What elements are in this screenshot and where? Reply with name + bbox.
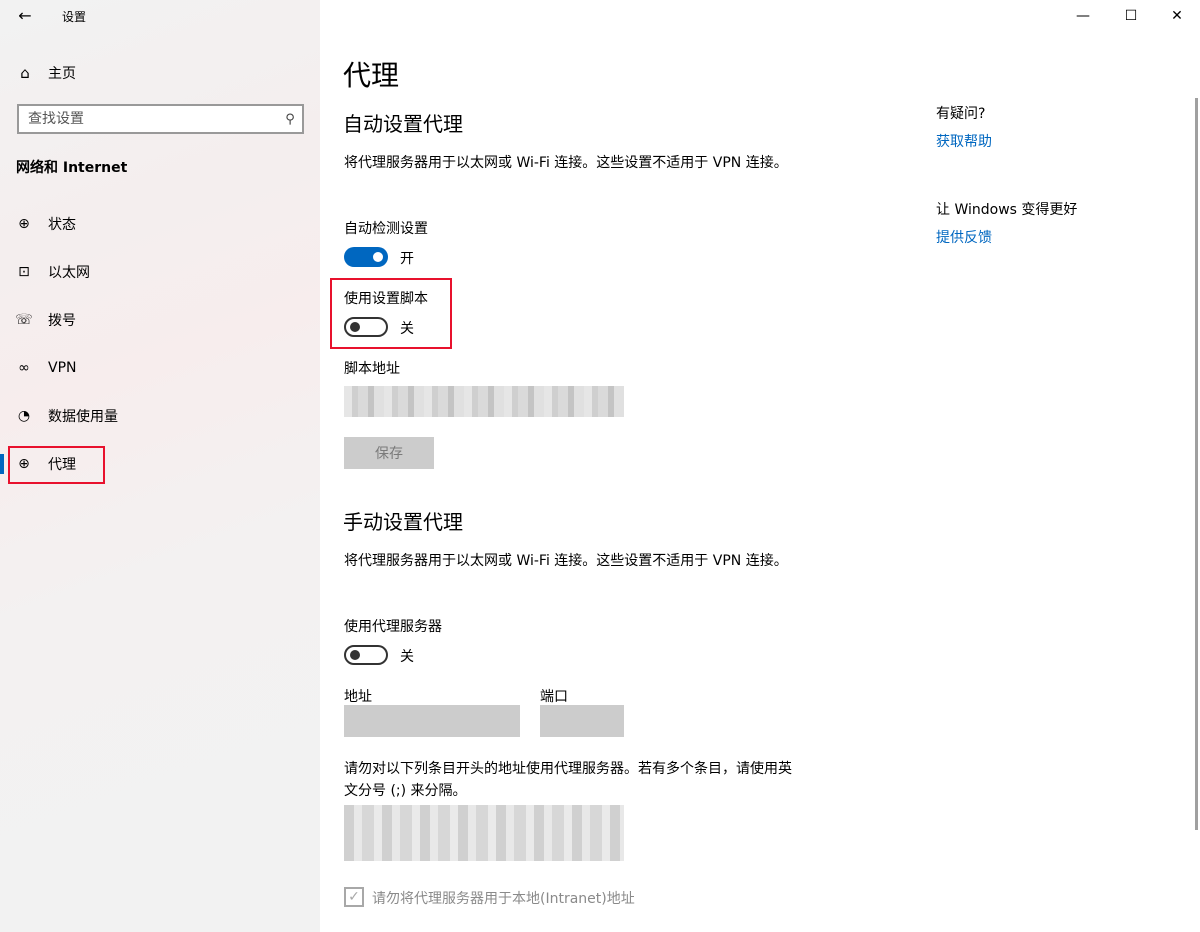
- save-button[interactable]: 保存: [344, 437, 434, 469]
- address-label: 地址: [344, 689, 372, 705]
- port-input[interactable]: [540, 705, 624, 737]
- exceptions-description: 请勿对以下列条目开头的地址使用代理服务器。若有多个条目，请使用英文分号 (;) …: [344, 761, 792, 799]
- minimize-button[interactable]: —: [1060, 0, 1106, 32]
- sidebar-item-ethernet[interactable]: ⊡ 以太网: [0, 252, 320, 292]
- help-title: 有疑问?: [936, 106, 986, 122]
- search-input[interactable]: [19, 111, 278, 127]
- toggle-knob: [350, 322, 360, 332]
- app-title: 设置: [62, 10, 87, 24]
- sidebar-item-data-usage[interactable]: ◔ 数据使用量: [0, 396, 320, 436]
- globe-status-icon: ⊕: [18, 216, 30, 232]
- sidebar-item-label: 以太网: [48, 265, 90, 281]
- sidebar-item-proxy[interactable]: ⊕ 代理: [0, 444, 320, 484]
- use-proxy-state: 关: [400, 649, 414, 665]
- sidebar-item-label: 拨号: [48, 313, 76, 329]
- vpn-icon: ∞: [18, 360, 30, 376]
- data-usage-icon: ◔: [17, 408, 31, 424]
- use-proxy-toggle[interactable]: [344, 645, 388, 665]
- setup-script-toggle[interactable]: [344, 317, 388, 337]
- address-input[interactable]: [344, 705, 520, 737]
- sidebar-item-label: VPN: [48, 360, 77, 376]
- scrollbar[interactable]: [1195, 98, 1198, 830]
- search-icon[interactable]: ⚲: [278, 112, 302, 127]
- exceptions-textarea[interactable]: [344, 805, 624, 861]
- setup-script-state: 关: [400, 321, 414, 337]
- sidebar-item-label: 主页: [48, 66, 76, 82]
- auto-detect-toggle[interactable]: [344, 247, 388, 267]
- auto-proxy-heading: 自动设置代理: [343, 112, 463, 136]
- sidebar-item-label: 数据使用量: [48, 409, 118, 425]
- script-address-label: 脚本地址: [344, 361, 400, 377]
- improve-windows-title: 让 Windows 变得更好: [936, 202, 1078, 218]
- feedback-link[interactable]: 提供反馈: [936, 227, 992, 247]
- auto-detect-state: 开: [400, 251, 414, 267]
- sidebar-item-dialup[interactable]: ☏ 拨号: [0, 300, 320, 340]
- sidebar-item-label: 状态: [48, 217, 76, 233]
- dialup-icon: ☏: [15, 312, 33, 328]
- section-title: 网络和 Internet: [16, 160, 128, 176]
- sidebar-item-status[interactable]: ⊕ 状态: [0, 204, 320, 244]
- search-box[interactable]: ⚲: [17, 104, 304, 134]
- local-address-checkbox[interactable]: ✓: [344, 887, 364, 907]
- sidebar-item-home[interactable]: ⌂ 主页: [0, 56, 320, 90]
- setup-script-label: 使用设置脚本: [344, 291, 428, 307]
- globe-icon: ⊕: [18, 456, 30, 472]
- script-address-input[interactable]: [344, 386, 624, 417]
- ethernet-icon: ⊡: [18, 264, 30, 280]
- close-button[interactable]: ✕: [1154, 0, 1200, 32]
- sidebar: ← 设置 ⌂ 主页 ⚲ 网络和 Internet ⊕ 状态 ⊡ 以太网 ☏ 拨号…: [0, 0, 320, 932]
- auto-proxy-description: 将代理服务器用于以太网或 Wi-Fi 连接。这些设置不适用于 VPN 连接。: [344, 155, 788, 171]
- get-help-link[interactable]: 获取帮助: [936, 131, 992, 151]
- use-proxy-label: 使用代理服务器: [344, 619, 442, 635]
- manual-proxy-description: 将代理服务器用于以太网或 Wi-Fi 连接。这些设置不适用于 VPN 连接。: [344, 553, 788, 569]
- manual-proxy-heading: 手动设置代理: [343, 510, 463, 534]
- toggle-knob: [350, 650, 360, 660]
- local-address-checkbox-label: 请勿将代理服务器用于本地(Intranet)地址: [372, 891, 635, 907]
- sidebar-item-label: 代理: [48, 457, 76, 473]
- auto-detect-label: 自动检测设置: [344, 221, 428, 237]
- checkmark-icon: ✓: [348, 889, 360, 905]
- back-arrow-icon[interactable]: ←: [14, 4, 36, 26]
- sidebar-item-vpn[interactable]: ∞ VPN: [0, 348, 320, 388]
- maximize-button[interactable]: ☐: [1108, 0, 1154, 32]
- page-title: 代理: [343, 59, 400, 92]
- home-icon: ⌂: [20, 64, 30, 82]
- port-label: 端口: [540, 689, 568, 705]
- toggle-knob: [373, 252, 383, 262]
